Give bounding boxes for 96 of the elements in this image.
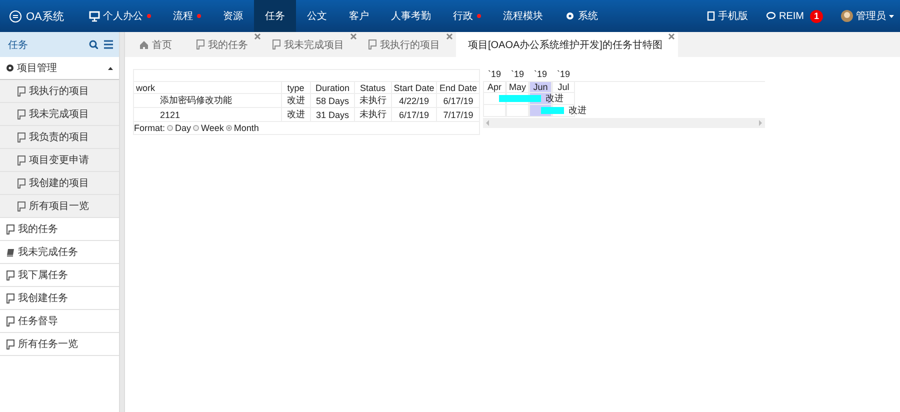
sidebar-title: 任务 xyxy=(8,38,29,52)
menu-item[interactable]: 公文 xyxy=(296,0,338,32)
table-cell: 6/17/19 xyxy=(436,94,480,108)
column-header: Status xyxy=(354,82,392,94)
close-icon[interactable] xyxy=(350,33,357,40)
month-label: Jul xyxy=(552,82,575,93)
flag-icon xyxy=(272,39,281,50)
close-icon[interactable] xyxy=(254,33,261,40)
radio-button[interactable] xyxy=(167,125,174,131)
menu-item[interactable]: 个人办公 xyxy=(78,0,162,32)
menu-item[interactable]: 资源 xyxy=(212,0,254,32)
flag-icon xyxy=(6,224,15,234)
gantt-bar xyxy=(499,95,542,102)
flag-icon xyxy=(196,39,205,50)
menu-icon[interactable] xyxy=(104,40,114,49)
month-label: Jun xyxy=(529,82,552,93)
book-icon xyxy=(6,246,15,258)
sidebar-item[interactable]: 我创建的项目 xyxy=(0,172,120,195)
close-icon[interactable] xyxy=(446,33,453,40)
year-label: `19 xyxy=(510,69,525,81)
column-header: type xyxy=(281,82,311,94)
bar-label: 改进 xyxy=(568,105,586,116)
year-label: `19 xyxy=(486,69,502,81)
radio-button[interactable] xyxy=(226,125,232,131)
radio-button[interactable] xyxy=(193,125,200,131)
close-icon[interactable] xyxy=(668,33,676,40)
reim-link[interactable]: REIM 1 xyxy=(757,0,832,32)
table-cell: 改进 xyxy=(281,94,311,108)
menu-item[interactable]: 系统 xyxy=(554,0,609,32)
menu-item[interactable]: 流程模块 xyxy=(492,0,554,32)
app-title: OA系统 xyxy=(26,10,64,24)
flag-icon xyxy=(17,132,26,142)
table-cell: 改进 xyxy=(281,108,311,122)
flag-icon xyxy=(17,200,26,212)
flag-icon xyxy=(368,39,377,50)
flag-icon xyxy=(6,316,15,326)
column-header: Start Date xyxy=(391,82,437,94)
flag-icon xyxy=(17,178,26,188)
column-header: work xyxy=(134,82,282,94)
home-icon xyxy=(139,40,149,50)
radio-label[interactable]: Month xyxy=(234,123,259,133)
flag-icon xyxy=(6,338,15,350)
tab[interactable]: 我未完成项目 xyxy=(264,32,360,57)
radio-label[interactable]: Day xyxy=(175,123,192,133)
left-arrow-icon xyxy=(485,120,489,126)
caret-icon xyxy=(889,14,894,18)
sidebar-item[interactable]: 我负责的项目 xyxy=(0,126,120,149)
table-cell: 4/22/19 xyxy=(391,94,437,108)
menu-item[interactable]: 人事考勤 xyxy=(380,0,442,32)
sidebar-item[interactable]: 我未完成项目 xyxy=(0,103,120,126)
flag-icon xyxy=(17,86,26,96)
table-cell: 未执行 xyxy=(354,94,392,108)
year-label: `19 xyxy=(556,69,571,81)
task-name: 添加密码修改功能 xyxy=(134,94,282,108)
menu-item[interactable]: 客户 xyxy=(338,0,380,32)
count-badge: 1 xyxy=(810,10,823,22)
table-cell: 58 Days xyxy=(310,94,354,108)
task-name: 2121 xyxy=(134,108,282,122)
chat-icon xyxy=(766,11,776,21)
monitor-icon xyxy=(88,10,100,22)
circle-icon xyxy=(6,64,14,72)
search-icon[interactable] xyxy=(89,40,98,49)
sidebar-item[interactable]: 所有项目一览 xyxy=(0,195,120,218)
column-header: Duration xyxy=(310,82,354,94)
gantt-bar xyxy=(541,107,564,114)
sidebar-item[interactable]: 我执行的项目 xyxy=(0,80,120,103)
month-label: Apr xyxy=(483,82,506,93)
flag-icon xyxy=(17,108,26,120)
avatar-icon xyxy=(841,10,853,22)
year-label: `19 xyxy=(532,69,548,81)
tab[interactable]: 项目[OAOA办公系统维护开发]的任务甘特图 xyxy=(456,32,678,57)
tab[interactable]: 我的任务 xyxy=(188,32,264,57)
column-header: End Date xyxy=(436,82,480,94)
menu-item[interactable]: 任务 xyxy=(254,0,296,32)
phone-icon xyxy=(707,11,715,21)
scrollbar[interactable] xyxy=(483,118,765,128)
tab[interactable]: 我执行的项目 xyxy=(360,32,456,57)
menu-item[interactable]: 行政 xyxy=(442,0,492,32)
flag-icon xyxy=(17,154,26,166)
chat-logo-icon xyxy=(9,10,22,22)
menu-item[interactable]: 流程 xyxy=(162,0,212,32)
sidebar-item[interactable]: 项目变更申请 xyxy=(0,149,120,172)
format-label: Format: xyxy=(134,123,166,133)
table-cell: 31 Days xyxy=(310,108,354,122)
table-cell: 7/17/19 xyxy=(436,108,480,122)
flag-icon xyxy=(6,270,15,280)
flag-icon xyxy=(6,292,15,304)
table-cell: 6/17/19 xyxy=(391,108,437,122)
mobile-link[interactable]: 手机版 xyxy=(698,0,757,32)
gear-icon xyxy=(564,11,575,21)
bar-label: 改进 xyxy=(545,93,564,104)
tab[interactable]: 首页 xyxy=(131,32,188,57)
table-cell: 未执行 xyxy=(354,108,392,122)
user-menu[interactable]: 管理员 xyxy=(832,0,900,32)
right-arrow-icon xyxy=(759,120,763,126)
radio-label[interactable]: Week xyxy=(201,123,224,133)
